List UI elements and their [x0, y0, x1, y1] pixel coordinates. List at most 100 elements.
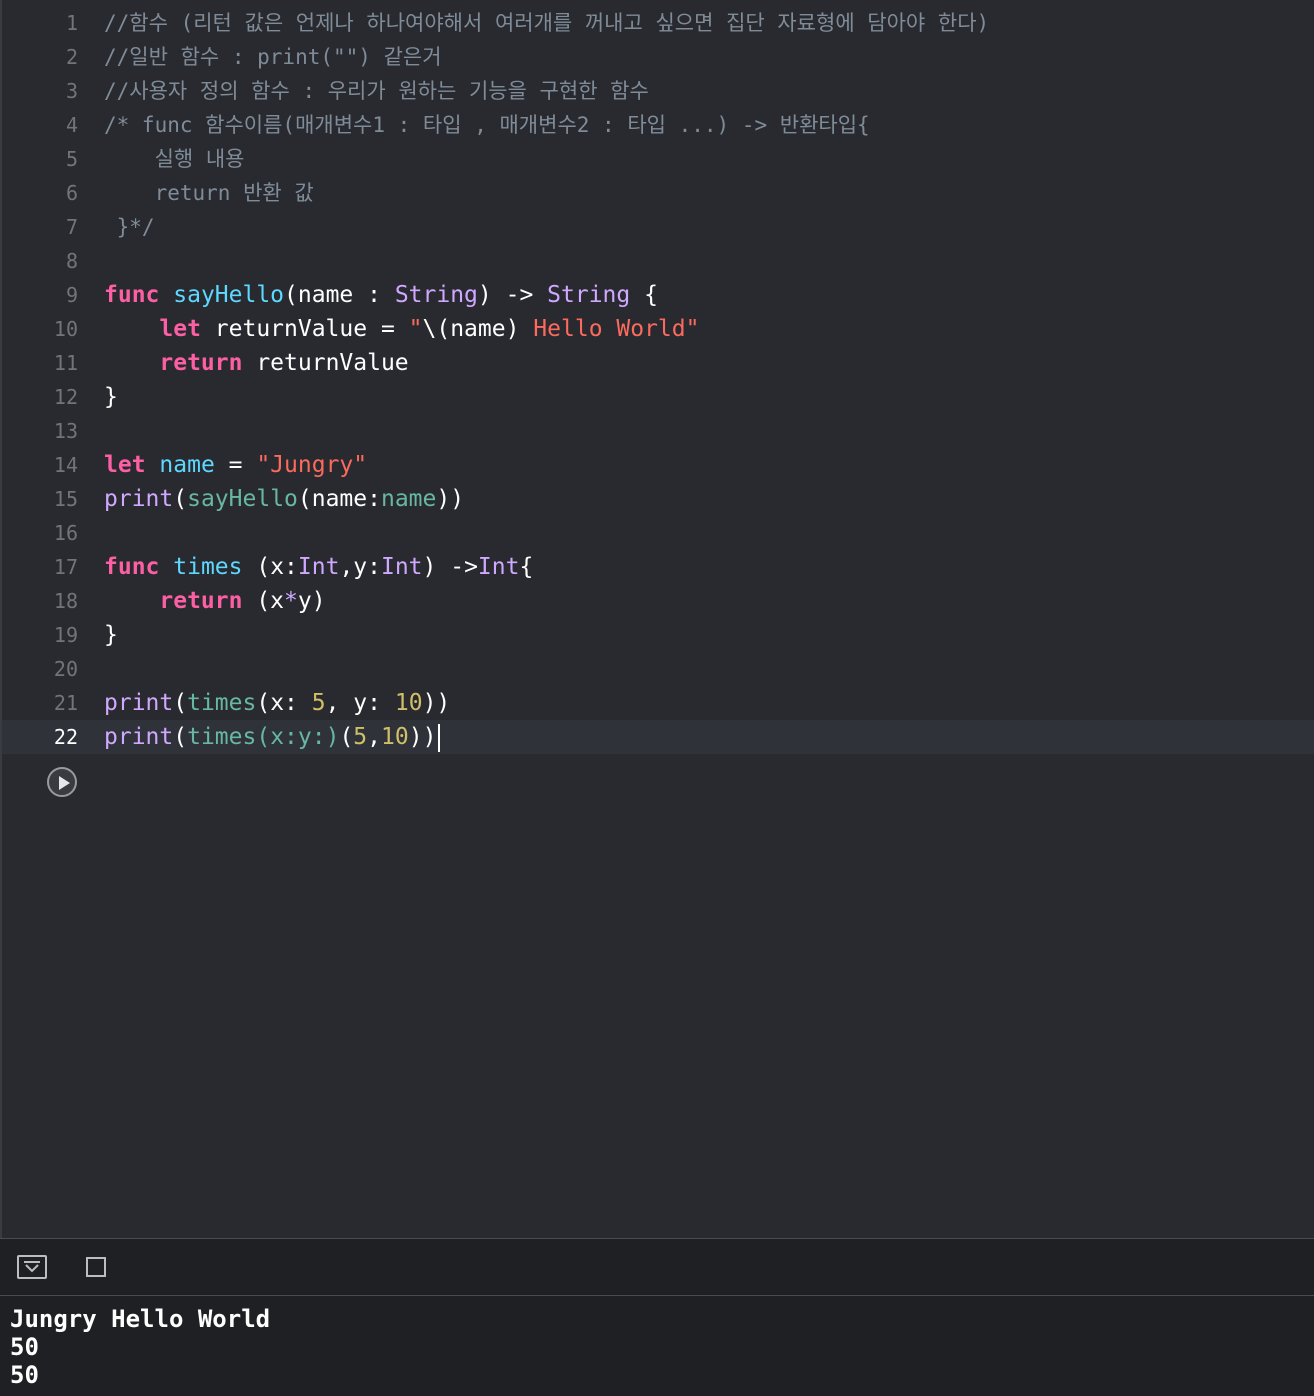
- code-token: ,y:: [339, 554, 381, 580]
- code-line[interactable]: 15 print(sayHello(name:name)): [2, 482, 1314, 516]
- code-line[interactable]: 17 func times (x:Int,y:Int) ->Int{: [2, 550, 1314, 584]
- code-token: return: [159, 350, 243, 376]
- code-token: \(name): [422, 316, 520, 342]
- code-line[interactable]: 18 return (x*y): [2, 584, 1314, 618]
- console-line: 50: [10, 1361, 39, 1389]
- code-text: print(sayHello(name:name)): [104, 482, 464, 516]
- code-line[interactable]: 14 let name = "Jungry": [2, 448, 1314, 482]
- line-number: 6: [65, 181, 78, 205]
- code-token: name: [159, 452, 215, 478]
- code-token: (name :: [284, 282, 395, 308]
- code-line[interactable]: 22 print(times(x:y:)(5,10)): [2, 720, 1314, 754]
- code-line[interactable]: 20: [2, 652, 1314, 686]
- code-token: (: [173, 690, 188, 716]
- line-number: 1: [65, 11, 78, 35]
- code-line[interactable]: 9 func sayHello(name : String) -> String …: [2, 278, 1314, 312]
- code-line[interactable]: 2 //일반 함수 : print("") 같은거: [2, 40, 1314, 74]
- console-toggle-button[interactable]: [86, 1257, 106, 1277]
- code-line[interactable]: 7 }*/: [2, 210, 1314, 244]
- code-line[interactable]: 12}: [2, 380, 1314, 414]
- code-token: func: [104, 554, 160, 580]
- code-token: //일반 함수 : print("") 같은거: [104, 45, 442, 69]
- code-line[interactable]: 13: [2, 414, 1314, 448]
- code-token: {: [630, 282, 658, 308]
- console-output[interactable]: Jungry Hello World 50 50: [0, 1296, 1314, 1396]
- code-line[interactable]: 19}: [2, 618, 1314, 652]
- code-line[interactable]: 10 let returnValue = "\(name) Hello Worl…: [2, 312, 1314, 346]
- code-token: , y:: [325, 690, 395, 716]
- code-token: 실행 내용: [104, 147, 245, 171]
- console-line: Jungry Hello World: [10, 1305, 271, 1333]
- code-token: }: [104, 622, 118, 648]
- code-token: ) ->: [477, 282, 548, 308]
- code-token: (name:: [297, 486, 381, 512]
- code-token: Hello World": [519, 316, 700, 342]
- code-line[interactable]: 5 실행 내용: [2, 142, 1314, 176]
- line-number: 19: [53, 623, 78, 647]
- code-token: sayHello: [187, 486, 298, 512]
- line-number: 9: [65, 283, 78, 307]
- code-text: }: [104, 380, 118, 414]
- code-text: return returnValue: [104, 346, 408, 380]
- run-button[interactable]: [47, 767, 77, 797]
- code-token: (x: [242, 588, 285, 614]
- code-text: return 반환 값: [104, 176, 314, 210]
- code-text: print(times(x: 5, y: 10)): [104, 686, 450, 720]
- code-token: )): [436, 486, 465, 512]
- line-number: 11: [53, 351, 78, 375]
- code-token: )): [422, 690, 451, 716]
- code-line[interactable]: 1 //함수 (리턴 값은 언제나 하나여야해서 여러개를 꺼내고 싶으면 집단 …: [2, 6, 1314, 40]
- code-line[interactable]: 16: [2, 516, 1314, 550]
- code-token: Int: [477, 554, 520, 580]
- code-line[interactable]: 6 return 반환 값: [2, 176, 1314, 210]
- code-token: //함수 (리턴 값은 언제나 하나여야해서 여러개를 꺼내고 싶으면 집단 자…: [104, 11, 990, 35]
- line-number: 2: [65, 45, 78, 69]
- code-token: /* func 함수이름(매개변수1 : 타입 , 매개변수2 : 타입 ...…: [104, 113, 870, 137]
- code-token: (x:: [242, 554, 298, 580]
- code-token: func: [104, 282, 160, 308]
- line-number: 22: [53, 725, 78, 749]
- line-number: 7: [65, 215, 78, 239]
- code-token: }*/: [104, 215, 155, 239]
- code-token: ": [408, 316, 423, 342]
- code-token: 5: [353, 724, 368, 750]
- code-token: 10: [381, 724, 409, 750]
- code-text: 실행 내용: [104, 142, 245, 176]
- code-text: func times (x:Int,y:Int) ->Int{: [104, 550, 533, 584]
- code-line[interactable]: 4 /* func 함수이름(매개변수1 : 타입 , 매개변수2 : 타입 ..…: [2, 108, 1314, 142]
- code-token: y): [297, 588, 326, 614]
- code-line[interactable]: 8: [2, 244, 1314, 278]
- line-number: 13: [53, 419, 78, 443]
- line-number: 16: [53, 521, 78, 545]
- code-text: print(times(x:y:)(5,10)): [104, 720, 441, 754]
- code-text: let returnValue = "\(name) Hello World": [104, 312, 699, 346]
- code-line[interactable]: 3 //사용자 정의 함수 : 우리가 원하는 기능을 구현한 함수: [2, 74, 1314, 108]
- code-token: )): [408, 724, 437, 750]
- line-number: 12: [53, 385, 78, 409]
- play-icon: [59, 776, 70, 790]
- line-number: 18: [53, 589, 78, 613]
- code-token: times: [187, 690, 257, 716]
- code-token: {: [519, 554, 534, 580]
- code-token: ) ->: [422, 554, 478, 580]
- code-token: "Jungry": [256, 452, 368, 478]
- code-token: 10: [394, 690, 423, 716]
- line-number: 14: [53, 453, 78, 477]
- code-token: print: [104, 724, 174, 750]
- line-number: 4: [65, 113, 78, 137]
- code-token: return: [159, 588, 243, 614]
- code-line[interactable]: 11 return returnValue: [2, 346, 1314, 380]
- hide-debug-area-button[interactable]: [17, 1255, 47, 1279]
- code-text: }*/: [104, 210, 155, 244]
- code-text: func sayHello(name : String) -> String {: [104, 278, 658, 312]
- debug-bar: [0, 1238, 1314, 1296]
- code-editor[interactable]: 1 //함수 (리턴 값은 언제나 하나여야해서 여러개를 꺼내고 싶으면 집단 …: [0, 0, 1314, 1238]
- code-line[interactable]: 21 print(times(x: 5, y: 10)): [2, 686, 1314, 720]
- line-number: 17: [53, 555, 78, 579]
- code-token: print: [104, 486, 174, 512]
